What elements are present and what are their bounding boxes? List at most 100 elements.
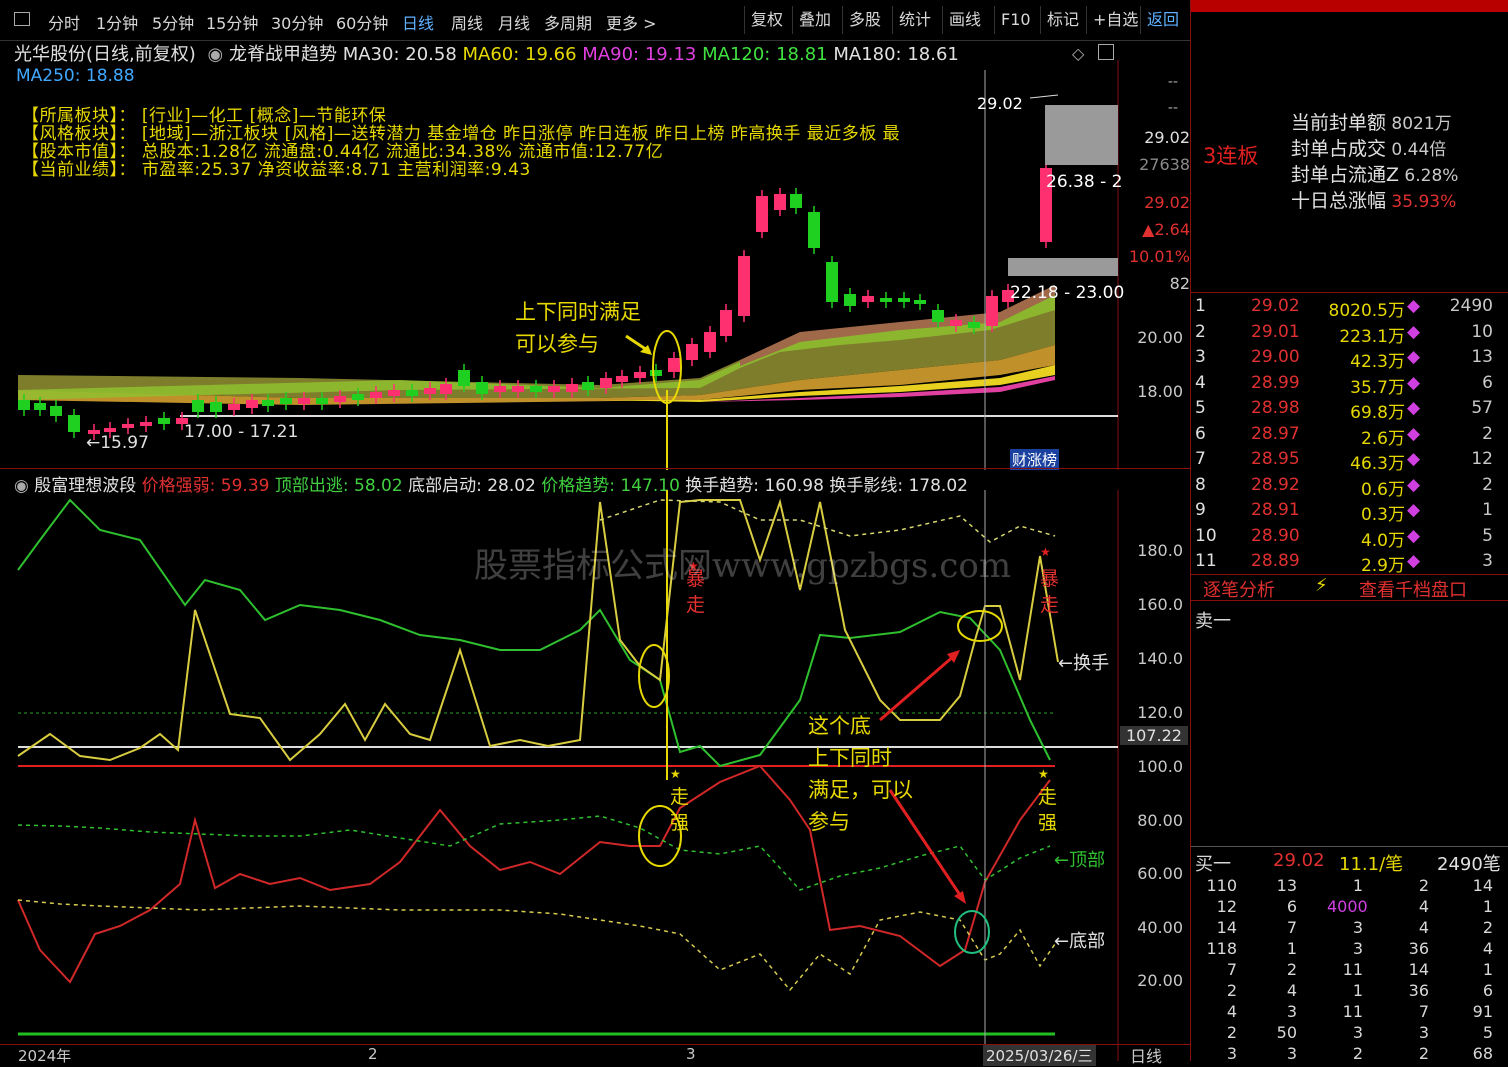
order-book-row[interactable]: 9 28.91 0.3万 ◆ 1 bbox=[1195, 500, 1495, 525]
tongji-button[interactable]: 统计 bbox=[892, 6, 937, 34]
buy-one-count: 2490笔 bbox=[1437, 854, 1501, 875]
seal-stat-row: 封单占成交 0.44倍 bbox=[1291, 134, 1446, 161]
window-toggle-icon[interactable] bbox=[1098, 44, 1114, 60]
zouqiang-label-2: 走 强 bbox=[1038, 784, 1057, 836]
high-label: 29.02 bbox=[977, 94, 1023, 113]
lightning-icon[interactable]: ⚡ bbox=[1315, 575, 1328, 596]
order-count: 1 bbox=[1482, 500, 1493, 520]
buy-queue-cell: 7 bbox=[1286, 918, 1297, 937]
diejia-button[interactable]: 叠加 bbox=[792, 6, 837, 34]
dibu-line-label: ←底部 bbox=[1054, 931, 1106, 952]
period-multi[interactable]: 多周期 bbox=[544, 10, 592, 34]
candle-body bbox=[494, 386, 506, 392]
zouqiang-1-char-1: 走 bbox=[670, 786, 690, 808]
huaxian-button[interactable]: 画线 bbox=[942, 6, 987, 34]
ind-axis-cursor-value: 107.22 bbox=[1120, 726, 1188, 745]
order-book-row[interactable]: 4 28.99 35.7万 ◆ 6 bbox=[1195, 373, 1495, 398]
order-count: 6 bbox=[1482, 372, 1493, 393]
duogu-button[interactable]: 多股 bbox=[842, 6, 887, 34]
price-chart bbox=[18, 60, 1119, 470]
panel-toggle-icon[interactable] bbox=[14, 12, 30, 26]
period-5min[interactable]: 5分钟 bbox=[152, 10, 194, 34]
ind-axis-80: 80.00 bbox=[1137, 811, 1183, 830]
order-price: 28.95 bbox=[1251, 449, 1300, 469]
order-book-row[interactable]: 5 28.98 69.8万 ◆ 57 bbox=[1195, 398, 1495, 423]
buy-queue-cell: 4 bbox=[1418, 897, 1429, 916]
add-watchlist-button[interactable]: +自选 bbox=[1086, 6, 1144, 34]
buy-queue-cell: 4 bbox=[1482, 939, 1493, 958]
dingbu-line-label: ←顶部 bbox=[1054, 850, 1106, 871]
candle-body bbox=[720, 310, 732, 336]
order-marker-icon: ◆ bbox=[1407, 500, 1421, 520]
candle-body bbox=[862, 296, 874, 302]
ind-axis-20: 20.00 bbox=[1137, 971, 1183, 990]
x-label-cursor: 2025/03/26/三 bbox=[983, 1045, 1096, 1066]
fuquan-button[interactable]: 复权 bbox=[744, 6, 789, 34]
tab-qiandang[interactable]: 查看千档盘口 bbox=[1359, 576, 1467, 602]
order-price: 28.89 bbox=[1251, 551, 1300, 571]
candle-body bbox=[634, 372, 646, 378]
period-15min[interactable]: 15分钟 bbox=[206, 10, 258, 34]
period-1min[interactable]: 1分钟 bbox=[96, 10, 138, 34]
buy-queue-cell: 1 bbox=[1352, 876, 1363, 895]
annotation-participate-1: 上下同时满足 可以参与 bbox=[515, 296, 641, 360]
order-level: 4 bbox=[1195, 372, 1206, 393]
order-book-row[interactable]: 2 29.01 223.1万 ◆ 10 bbox=[1195, 322, 1495, 347]
candle-body bbox=[334, 396, 346, 402]
order-volume: 4.0万 bbox=[1360, 530, 1405, 551]
buy-queue-cell: 6 bbox=[1286, 897, 1297, 916]
buy-queue-cell: 14 bbox=[1472, 876, 1493, 895]
buy-queue-cell: 3 bbox=[1418, 1023, 1429, 1042]
lianban-badge: 3连板 bbox=[1203, 144, 1259, 168]
candle-body bbox=[406, 390, 418, 396]
buy-queue-cell: 4000 bbox=[1327, 897, 1368, 916]
period-weekly[interactable]: 周线 bbox=[451, 10, 483, 34]
axis-18: 18.00 bbox=[1137, 382, 1183, 401]
order-book-row[interactable]: 10 28.90 4.0万 ◆ 5 bbox=[1195, 526, 1495, 551]
order-level: 6 bbox=[1195, 423, 1206, 444]
biaoji-button[interactable]: 标记 bbox=[1040, 6, 1085, 34]
panel-header-bar bbox=[1191, 0, 1508, 12]
order-level: 2 bbox=[1195, 321, 1206, 342]
f10-button[interactable]: F10 bbox=[994, 6, 1037, 34]
zouqiang-1-char-2: 强 bbox=[670, 812, 690, 834]
order-marker-icon: ◆ bbox=[1407, 296, 1421, 316]
order-level: 9 bbox=[1195, 500, 1206, 520]
candle-body bbox=[424, 388, 436, 394]
buy-queue-cell: 11 bbox=[1342, 1002, 1363, 1021]
back-button[interactable]: 返回 bbox=[1140, 6, 1185, 34]
order-price: 28.90 bbox=[1251, 525, 1300, 546]
period-monthly[interactable]: 月线 bbox=[498, 10, 530, 34]
candle-body bbox=[548, 386, 560, 392]
order-book-row[interactable]: 11 28.89 2.9万 ◆ 3 bbox=[1195, 551, 1495, 576]
order-book-row[interactable]: 3 29.00 42.3万 ◆ 13 bbox=[1195, 347, 1495, 372]
period-daily[interactable]: 日线 bbox=[402, 10, 434, 34]
candle-body bbox=[650, 370, 662, 376]
order-book-row[interactable]: 6 28.97 2.6万 ◆ 2 bbox=[1195, 424, 1495, 449]
order-marker-icon: ◆ bbox=[1407, 525, 1421, 546]
tab-zhubi[interactable]: 逐笔分析 bbox=[1203, 576, 1275, 602]
sell-one-label: 卖一 bbox=[1195, 611, 1231, 632]
buy-queue-cell: 3 bbox=[1352, 918, 1363, 937]
order-count: 2 bbox=[1482, 474, 1493, 495]
candle-body bbox=[950, 320, 962, 326]
svg-text:★: ★ bbox=[670, 767, 681, 781]
order-volume: 69.8万 bbox=[1350, 403, 1405, 423]
order-volume: 35.7万 bbox=[1350, 377, 1405, 398]
buy-queue-cell: 6 bbox=[1482, 981, 1493, 1000]
order-book-row[interactable]: 8 28.92 0.6万 ◆ 2 bbox=[1195, 475, 1495, 500]
buy-one-per: 11.1/笔 bbox=[1339, 854, 1404, 875]
seal-stat-row: 封单占流通Z 6.28% bbox=[1291, 160, 1458, 187]
period-fenshi[interactable]: 分时 bbox=[48, 10, 80, 34]
period-more[interactable]: 更多 > bbox=[606, 10, 657, 34]
order-book-row[interactable]: 7 28.95 46.3万 ◆ 12 bbox=[1195, 449, 1495, 474]
period-60min[interactable]: 60分钟 bbox=[336, 10, 388, 34]
candle-body bbox=[370, 392, 382, 398]
period-30min[interactable]: 30分钟 bbox=[271, 10, 323, 34]
x-label-start: 2024年 bbox=[18, 1047, 72, 1065]
zouqiang-2-char-1: 走 bbox=[1038, 786, 1058, 808]
order-volume: 8020.5万 bbox=[1328, 301, 1405, 321]
axis-change-pct: 10.01% bbox=[1128, 247, 1190, 266]
caizhangbang-tag[interactable]: 财涨榜 bbox=[1010, 449, 1060, 470]
order-book-row[interactable]: 1 29.02 8020.5万 ◆ 2490 bbox=[1195, 296, 1495, 321]
